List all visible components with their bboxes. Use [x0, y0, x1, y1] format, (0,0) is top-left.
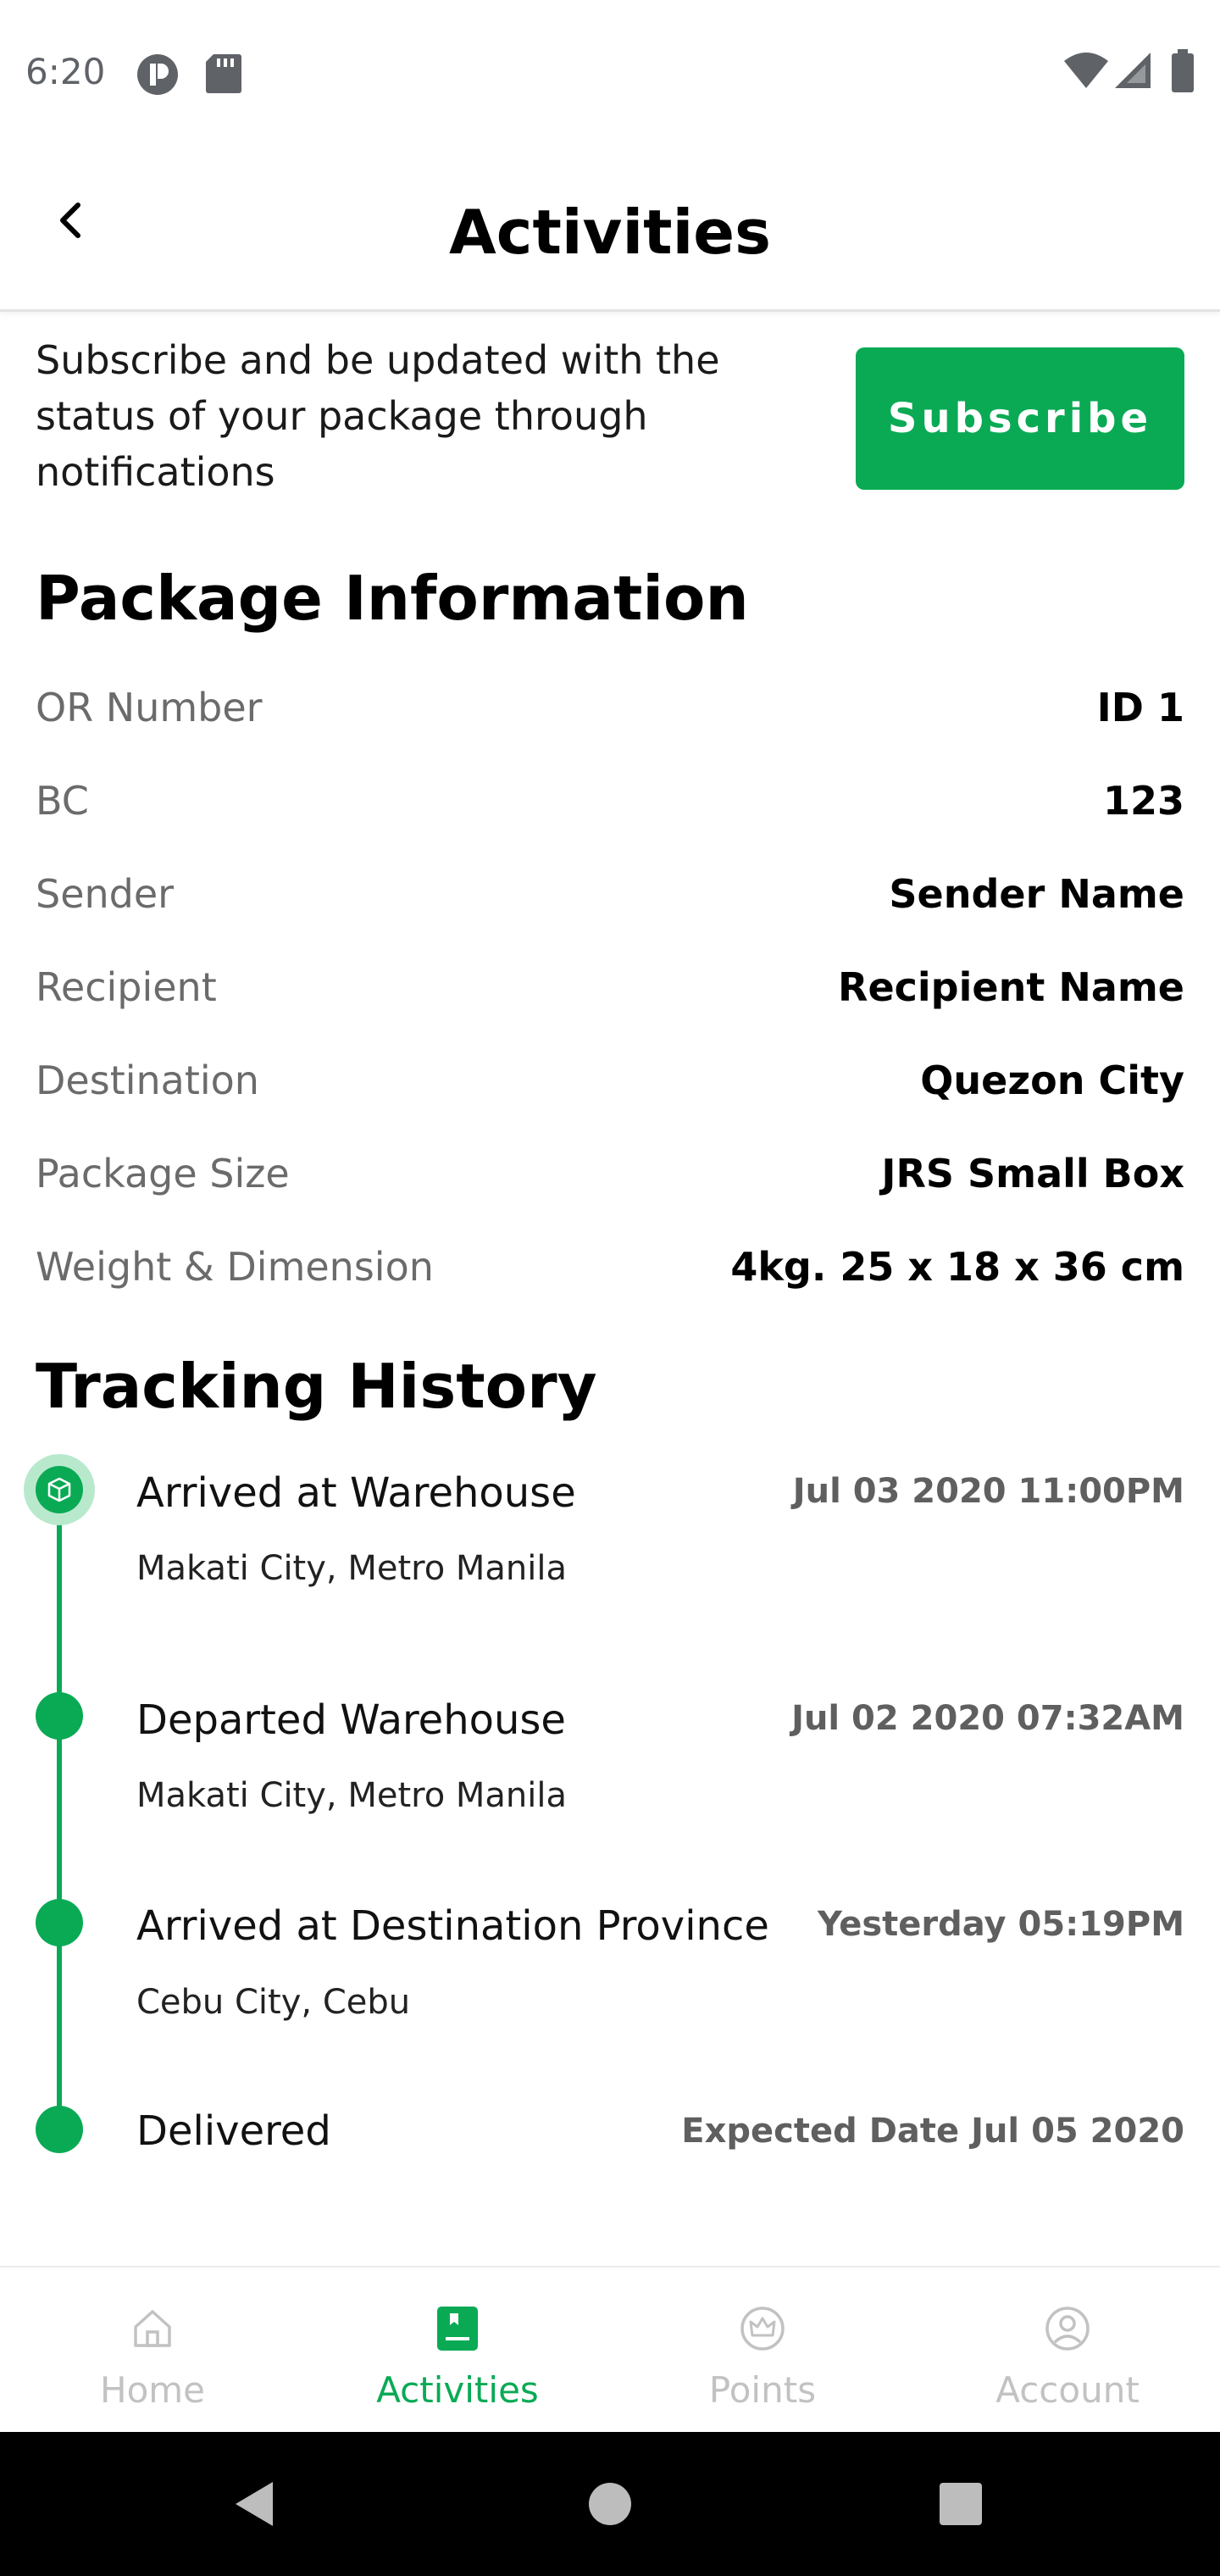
info-row-sender: Sender Sender Name: [36, 860, 1184, 928]
package-info-title: Package Information: [36, 563, 749, 634]
tracking-event-title: Arrived at Destination Province: [136, 1902, 769, 1950]
info-label: Sender: [36, 871, 175, 917]
nav-item-points[interactable]: Points: [610, 2268, 915, 2432]
info-row-destination: Destination Quezon City: [36, 1046, 1184, 1114]
timeline-dot: [36, 1899, 83, 1946]
info-value: ID 1: [1096, 685, 1184, 730]
info-row-bc: BC 123: [36, 767, 1184, 835]
app-bar: Activities: [0, 144, 1220, 312]
nav-item-activities[interactable]: Activities: [305, 2268, 610, 2432]
tracking-event-date: Jul 03 2020 11:00PM: [792, 1472, 1184, 1511]
tracking-event-title: Delivered: [136, 2107, 331, 2155]
tracking-event-date: Jul 02 2020 07:32AM: [791, 1699, 1184, 1738]
nav-label: Points: [708, 2369, 817, 2411]
tracking-event-date: Yesterday 05:19PM: [817, 1905, 1184, 1944]
nav-label: Home: [99, 2369, 206, 2411]
info-value: Sender Name: [889, 871, 1184, 917]
wifi-icon: [1062, 51, 1110, 94]
info-label: Weight & Dimension: [36, 1244, 434, 1290]
home-circle-icon: [589, 2483, 631, 2525]
status-bar: 6:20: [0, 0, 1220, 144]
info-label: Package Size: [36, 1151, 290, 1196]
tracking-history-title: Tracking History: [36, 1351, 597, 1422]
info-value: 123: [1102, 778, 1184, 824]
subscribe-button[interactable]: Subscribe: [856, 347, 1184, 490]
subscribe-description: Subscribe and be updated with the status…: [36, 337, 720, 495]
crown-icon: [737, 2303, 788, 2354]
info-label: Recipient: [36, 964, 217, 1010]
activities-icon: [432, 2303, 483, 2354]
system-recents-button[interactable]: [918, 2432, 1003, 2576]
page-title: Activities: [449, 197, 771, 268]
account-icon: [1042, 2303, 1093, 2354]
tracking-event-location: Cebu City, Cebu: [136, 1983, 411, 2022]
info-label: OR Number: [36, 685, 263, 730]
tracking-timeline-line: [57, 1490, 62, 2130]
system-back-button[interactable]: [212, 2432, 297, 2576]
info-row-recipient: Recipient Recipient Name: [36, 953, 1184, 1021]
nav-label: Activities: [376, 2369, 539, 2411]
tracking-event-title: Departed Warehouse: [136, 1696, 566, 1744]
tracking-event-date: Expected Date Jul 05 2020: [681, 2112, 1184, 2151]
info-value: JRS Small Box: [881, 1151, 1184, 1196]
back-triangle-icon: [236, 2482, 273, 2526]
timeline-dot: [36, 1692, 83, 1740]
recents-square-icon: [940, 2483, 982, 2525]
nav-label: Account: [995, 2369, 1140, 2411]
signal-icon: [1113, 51, 1152, 94]
notification-app-icon: [136, 53, 180, 101]
system-home-button[interactable]: [568, 2432, 652, 2576]
tracking-event-location: Makati City, Metro Manila: [136, 1776, 568, 1815]
info-value: Recipient Name: [838, 964, 1184, 1010]
battery-icon: [1171, 49, 1195, 97]
tracking-event-title: Arrived at Warehouse: [136, 1469, 576, 1517]
home-icon: [127, 2303, 178, 2354]
info-row-weight-dimension: Weight & Dimension 4kg. 25 x 18 x 36 cm: [36, 1233, 1184, 1301]
nav-item-account[interactable]: Account: [915, 2268, 1220, 2432]
info-row-or-number: OR Number ID 1: [36, 674, 1184, 741]
info-label: BC: [36, 778, 89, 824]
status-time: 6:20: [25, 51, 106, 92]
info-label: Destination: [36, 1058, 259, 1103]
sd-card-icon: [205, 53, 242, 99]
info-value: Quezon City: [920, 1058, 1184, 1103]
system-navigation-bar: [0, 2432, 1220, 2576]
info-row-package-size: Package Size JRS Small Box: [36, 1140, 1184, 1208]
info-value: 4kg. 25 x 18 x 36 cm: [730, 1244, 1184, 1290]
timeline-dot-current: [24, 1454, 95, 1525]
nav-item-home[interactable]: Home: [0, 2268, 305, 2432]
package-icon: [47, 1477, 71, 1502]
tracking-event-location: Makati City, Metro Manila: [136, 1549, 568, 1588]
timeline-dot: [36, 2106, 83, 2153]
bottom-navigation: Home Activities Points Account: [0, 2266, 1220, 2432]
